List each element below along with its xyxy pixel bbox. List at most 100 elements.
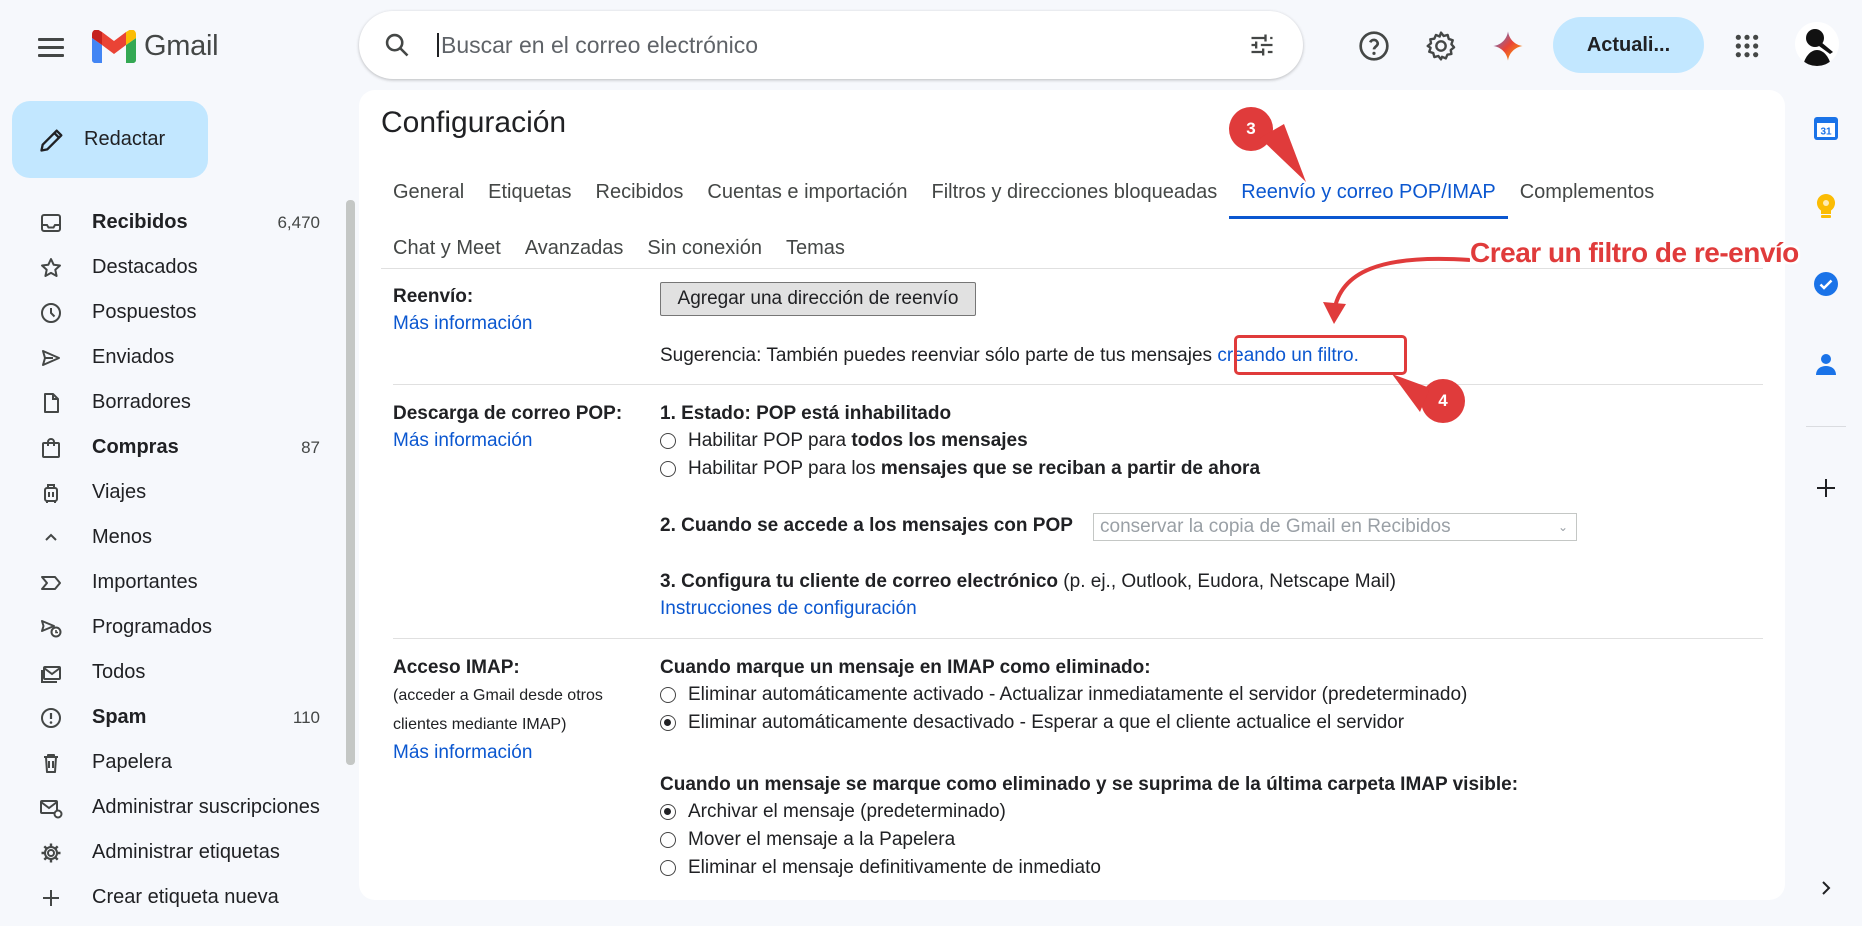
pop-enable-all-option[interactable]: Habilitar POP para todos los mensajes	[660, 430, 1028, 452]
tab-filtros[interactable]: Filtros y direcciones bloqueadas	[919, 169, 1229, 225]
sidebar-item-label: Borradores	[92, 391, 191, 413]
luggage-icon	[38, 480, 64, 506]
sidebar-item-papelera[interactable]: Papelera	[0, 740, 340, 785]
pop-more-info-link[interactable]: Más información	[393, 430, 532, 452]
search-icon[interactable]	[383, 31, 411, 59]
configuration-instructions-link[interactable]: Instrucciones de configuración	[660, 598, 917, 620]
pop-configure-client: 3. Configura tu cliente de correo electr…	[660, 571, 1396, 593]
add-forwarding-address-button[interactable]: Agregar una dirección de reenvío	[660, 282, 976, 316]
calendar-icon[interactable]: 31	[1808, 110, 1844, 146]
pencil-icon	[40, 129, 63, 152]
help-icon[interactable]	[1352, 24, 1396, 68]
add-app-plus-icon[interactable]	[1808, 470, 1844, 506]
manage-subscriptions-icon	[38, 795, 64, 821]
sidebar-item-pospuestos[interactable]: Pospuestos	[0, 290, 340, 335]
tasks-icon[interactable]	[1808, 266, 1844, 302]
tab-temas[interactable]: Temas	[774, 225, 857, 281]
radio-button[interactable]	[660, 461, 676, 477]
configure-bold-text: 3. Configura tu cliente de correo electr…	[660, 571, 1059, 592]
sidebar-item-viajes[interactable]: Viajes	[0, 470, 340, 515]
forwarding-more-info-link[interactable]: Más información	[393, 313, 532, 335]
all-mail-icon	[38, 660, 64, 686]
google-apps-icon[interactable]	[1725, 24, 1769, 68]
page-title: Configuración	[381, 106, 567, 139]
settings-tabs-row-1: General Etiquetas Recibidos Cuentas e im…	[381, 169, 1666, 225]
pop-enable-new-option[interactable]: Habilitar POP para los mensajes que se r…	[660, 458, 1260, 480]
radio-button-selected[interactable]	[660, 804, 676, 820]
contacts-icon[interactable]	[1808, 346, 1844, 382]
step-3-pointer	[1260, 124, 1306, 182]
trash-icon	[38, 750, 64, 776]
plus-icon	[38, 885, 64, 911]
tab-sin-conexion[interactable]: Sin conexión	[635, 225, 774, 281]
tab-complementos[interactable]: Complementos	[1508, 169, 1667, 225]
search-bar[interactable]: Buscar en el correo electrónico	[359, 11, 1303, 79]
imap-q2: Cuando un mensaje se marque como elimina…	[660, 774, 1519, 795]
sidebar-item-label: Programados	[92, 616, 213, 638]
sidebar-item-label: Crear etiqueta nueva	[92, 886, 279, 908]
option-text: Eliminar automáticamente activado - Actu…	[688, 684, 1468, 705]
sidebar-item-menos[interactable]: Menos	[0, 515, 340, 560]
sidebar-item-spam[interactable]: Spam 110	[0, 695, 340, 740]
sidebar-item-todos[interactable]: Todos	[0, 650, 340, 695]
callout-arrow	[1323, 256, 1471, 324]
tab-avanzadas[interactable]: Avanzadas	[513, 225, 636, 281]
settings-gear-icon[interactable]	[1419, 24, 1463, 68]
imap-archive-option[interactable]: Archivar el mensaje (predeterminado)	[660, 801, 1006, 823]
sidebar-scrollbar[interactable]	[346, 200, 355, 765]
update-button[interactable]: Actuali...	[1553, 17, 1704, 73]
sidebar-nav: Recibidos 6,470 Destacados Pospuestos En…	[0, 200, 340, 920]
settings-tabs-row-2: Chat y Meet Avanzadas Sin conexión Temas	[381, 225, 857, 281]
radio-button[interactable]	[660, 832, 676, 848]
clock-icon	[38, 300, 64, 326]
sidebar-item-administrar-suscripciones[interactable]: Administrar suscripciones	[0, 785, 340, 830]
sidebar-item-importantes[interactable]: Importantes	[0, 560, 340, 605]
compose-button[interactable]: Redactar	[12, 101, 208, 178]
sidebar-item-label: Enviados	[92, 346, 175, 368]
sidebar-item-label: Recibidos	[92, 211, 188, 233]
gmail-logo[interactable]: Gmail	[92, 26, 219, 66]
tab-recibidos[interactable]: Recibidos	[584, 169, 696, 225]
send-icon	[38, 345, 64, 371]
radio-button[interactable]	[660, 433, 676, 449]
option-text: Mover el mensaje a la Papelera	[688, 829, 956, 850]
imap-expunge-off-option[interactable]: Eliminar automáticamente desactivado - E…	[660, 712, 1404, 734]
sidebar-item-enviados[interactable]: Enviados	[0, 335, 340, 380]
unread-count: 110	[292, 707, 320, 727]
sidebar-item-label: Viajes	[92, 481, 147, 503]
imap-delete-forever-option[interactable]: Eliminar el mensaje definitivamente de i…	[660, 857, 1101, 879]
sidebar-item-crear-etiqueta[interactable]: Crear etiqueta nueva	[0, 875, 340, 920]
radio-button[interactable]	[660, 687, 676, 703]
keep-icon[interactable]	[1808, 188, 1844, 224]
tab-general[interactable]: General	[381, 169, 476, 225]
search-input[interactable]: Buscar en el correo electrónico	[437, 33, 758, 57]
tab-cuentas[interactable]: Cuentas e importación	[695, 169, 919, 225]
option-bold-text: todos los mensajes	[851, 430, 1028, 451]
forwarding-label: Reenvío:	[393, 286, 474, 307]
gemini-sparkle-icon[interactable]	[1486, 24, 1530, 68]
sidebar-item-destacados[interactable]: Destacados	[0, 245, 340, 290]
imap-expunge-on-option[interactable]: Eliminar automáticamente activado - Actu…	[660, 684, 1467, 706]
imap-trash-option[interactable]: Mover el mensaje a la Papelera	[660, 829, 955, 851]
option-text: Eliminar automáticamente desactivado - E…	[688, 712, 1405, 733]
important-icon	[38, 570, 64, 596]
sidebar-item-label: Administrar etiquetas	[92, 841, 280, 863]
tab-chat-meet[interactable]: Chat y Meet	[381, 225, 513, 281]
account-avatar[interactable]	[1795, 22, 1839, 66]
sidebar-item-borradores[interactable]: Borradores	[0, 380, 340, 425]
search-options-icon[interactable]	[1247, 31, 1277, 59]
option-text: Eliminar el mensaje definitivamente de i…	[688, 857, 1101, 878]
sidebar-item-programados[interactable]: Programados	[0, 605, 340, 650]
sidebar-item-label: Compras	[92, 436, 179, 458]
sidebar-item-administrar-etiquetas[interactable]: Administrar etiquetas	[0, 830, 340, 875]
main-menu-button[interactable]	[30, 26, 72, 68]
radio-button-selected[interactable]	[660, 715, 676, 731]
pop-action-select[interactable]: conservar la copia de Gmail en Recibidos…	[1093, 513, 1577, 541]
imap-more-info-link[interactable]: Más información	[393, 742, 532, 764]
sidebar-item-compras[interactable]: Compras 87	[0, 425, 340, 470]
chevron-right-icon[interactable]	[1808, 870, 1844, 906]
sidebar-item-recibidos[interactable]: Recibidos 6,470	[0, 200, 340, 245]
section-divider	[393, 384, 1763, 385]
radio-button[interactable]	[660, 860, 676, 876]
tab-etiquetas[interactable]: Etiquetas	[476, 169, 583, 225]
